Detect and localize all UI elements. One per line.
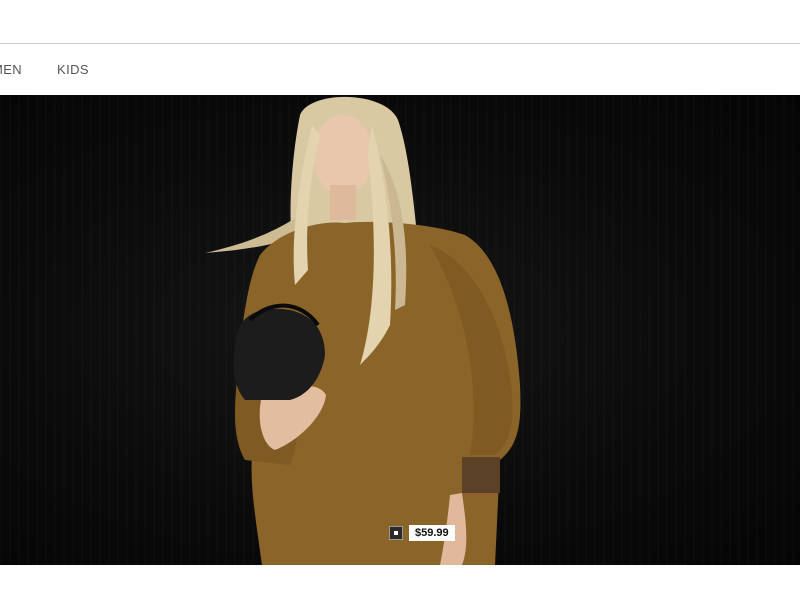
category-nav: MEN KIDS — [0, 45, 800, 95]
product-price-tag[interactable]: $59.99 — [389, 525, 455, 541]
nav-item-kids[interactable]: KIDS — [57, 62, 89, 77]
hero-model-image — [205, 96, 521, 565]
product-price[interactable]: $59.99 — [409, 525, 455, 541]
nav-item-men[interactable]: MEN — [0, 62, 22, 77]
page-footer-area — [0, 565, 800, 600]
hero-banner[interactable]: $59.99 — [0, 95, 800, 565]
top-header-bar — [0, 0, 800, 44]
product-hotspot-icon[interactable] — [389, 526, 403, 540]
